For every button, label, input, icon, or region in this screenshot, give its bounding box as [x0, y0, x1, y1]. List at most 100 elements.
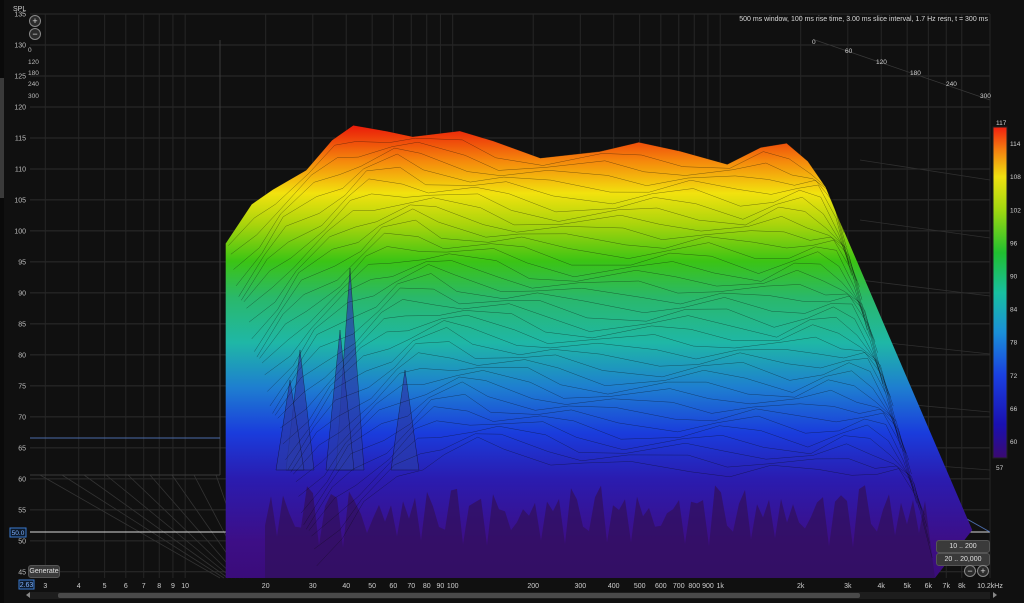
colorbar-tick: 102: [1010, 207, 1021, 214]
x-tick-label: 7: [142, 583, 146, 590]
x-axis: 3 4 5 6 7 8 9 10 20 30 40 50 60 70 80 90 100 200 300 400 500…: [18, 579, 1003, 590]
x-tick-label: 4k: [878, 583, 886, 590]
y-tick-label: 85: [18, 321, 26, 328]
y-tick-label: 80: [18, 352, 26, 359]
time-tick-right: 0: [812, 39, 816, 46]
x-tick-label: 900: [702, 583, 714, 590]
x-zoom-out-icon[interactable]: −: [964, 565, 976, 577]
colorbar-tick: 108: [1010, 174, 1021, 181]
x-zoom-out-glyph: −: [967, 566, 973, 576]
time-tick-right: 240: [946, 81, 957, 88]
colorbar-tick: 84: [1010, 307, 1018, 314]
right-wall-line: [859, 159, 991, 181]
time-tick-right: 60: [845, 48, 853, 55]
x-tick-label: 500: [634, 583, 646, 590]
x-tick-label: 300: [574, 583, 586, 590]
x-tick-label: 80: [423, 583, 431, 590]
waterfall-surface: [225, 125, 973, 579]
x-tick-label: 6: [124, 583, 128, 590]
x-tick-label: 40: [342, 583, 350, 590]
floor-line: [83, 474, 229, 579]
y-tick-label: 60: [18, 476, 26, 483]
floor-line: [61, 474, 225, 579]
y-tick-label: 50: [18, 538, 26, 545]
x-tick-label: 70: [407, 583, 415, 590]
y-tick-label: 125: [14, 73, 26, 80]
x-tick-label: 7k: [943, 583, 951, 590]
x-zoom-in-glyph: +: [980, 566, 986, 576]
x-tick-label: 400: [608, 583, 620, 590]
x-tick-label: 5k: [903, 583, 911, 590]
y-axis: 45 50 55 60 65 70 75 80 85 90 95 100 105 110 115 120 125…: [9, 12, 27, 576]
y-tick-label: 70: [18, 414, 26, 421]
colorbar-tick: 57: [996, 465, 1004, 472]
colorbar-tick: 72: [1010, 373, 1018, 380]
waterfall-chart: 4550556065707580859095100105110115120125…: [9, 6, 1021, 590]
zoom-in-glyph: +: [32, 16, 38, 26]
y-tick-label: 105: [14, 197, 26, 204]
x-tick-label: 6k: [925, 583, 933, 590]
colorbar-gradient: [992, 126, 1008, 459]
floor-line: [39, 474, 221, 579]
colorbar-tick: 66: [1010, 406, 1018, 413]
generate-button[interactable]: Generate: [28, 565, 60, 578]
colorbar-tick: 114: [1010, 141, 1021, 148]
time-tick-left: 0: [28, 47, 32, 54]
range-button-10-200[interactable]: 10 .. 200: [936, 540, 990, 553]
y-tick-label: 95: [18, 259, 26, 266]
colorbar-tick: 90: [1010, 273, 1018, 280]
y-tick-label: 65: [18, 445, 26, 452]
x-tick-label: 50: [368, 583, 376, 590]
right-wall-line: [859, 279, 991, 297]
range-1-label: 10 .. 200: [949, 543, 977, 550]
x-tick-label: 8k: [958, 583, 966, 590]
generate-label: Generate: [29, 568, 59, 575]
y-tick-label: 45: [18, 569, 26, 576]
time-tick-left: 180: [28, 70, 39, 77]
zoom-in-icon[interactable]: +: [29, 15, 41, 27]
range-2-label: 20 .. 20,000: [944, 556, 982, 563]
x-tick-label: 100: [447, 583, 459, 590]
x-tick-label: 90: [437, 583, 445, 590]
y-tick-label: 130: [14, 42, 26, 49]
floor-line: [105, 474, 233, 579]
settings-text: 500 ms window, 100 ms rise time, 3.00 ms…: [739, 16, 988, 23]
x-zoom-in-icon[interactable]: +: [977, 565, 989, 577]
right-wall-line: [859, 219, 991, 239]
zoom-out-glyph: −: [32, 29, 38, 39]
y-tick-label: 110: [15, 166, 26, 173]
y-tick-label: 55: [18, 507, 26, 514]
x-tick-label: 20: [262, 583, 270, 590]
y-axis-label: SPL: [13, 6, 26, 13]
x-tick-label: 9: [171, 583, 175, 590]
x-tick-label: 600: [655, 583, 667, 590]
y-tick-label: 90: [18, 290, 26, 297]
scroll-right-arrow[interactable]: [993, 592, 997, 598]
x-tick-label: 200: [527, 583, 539, 590]
color-scale-bar: 57 60 66 72 78 84 90 96 102 108 114 117: [992, 120, 1021, 472]
y-tick-label: 120: [14, 104, 26, 111]
x-tick-label: 8: [157, 583, 161, 590]
x-tick-label: 5: [103, 583, 107, 590]
time-tick-right: 300: [980, 93, 991, 100]
x-tick-label: 3k: [844, 583, 852, 590]
horizontal-scrollbar[interactable]: [30, 592, 990, 599]
scroll-left-arrow[interactable]: [26, 592, 30, 598]
time-tick-right: 180: [910, 70, 921, 77]
colorbar-tick: 60: [1010, 439, 1018, 446]
x-tick-label: 60: [389, 583, 397, 590]
x-tick-label: 1k: [716, 583, 724, 590]
x-tick-label: 4: [77, 583, 81, 590]
time-tick-left: 240: [28, 81, 39, 88]
zoom-out-icon[interactable]: −: [29, 28, 41, 40]
time-tick-left: 120: [28, 59, 39, 66]
x-tick-label: 3: [43, 583, 47, 590]
colorbar-tick: 117: [996, 120, 1007, 127]
time-tick-right: 120: [876, 59, 887, 66]
x-tick-label: 10: [181, 583, 189, 590]
right-back-line: [814, 39, 991, 101]
y-tick-label: 115: [15, 135, 26, 142]
x-tick-label: 700: [673, 583, 685, 590]
scrollbar-thumb[interactable]: [58, 593, 860, 598]
x-tick-label: 10.2kHz: [977, 583, 1003, 590]
